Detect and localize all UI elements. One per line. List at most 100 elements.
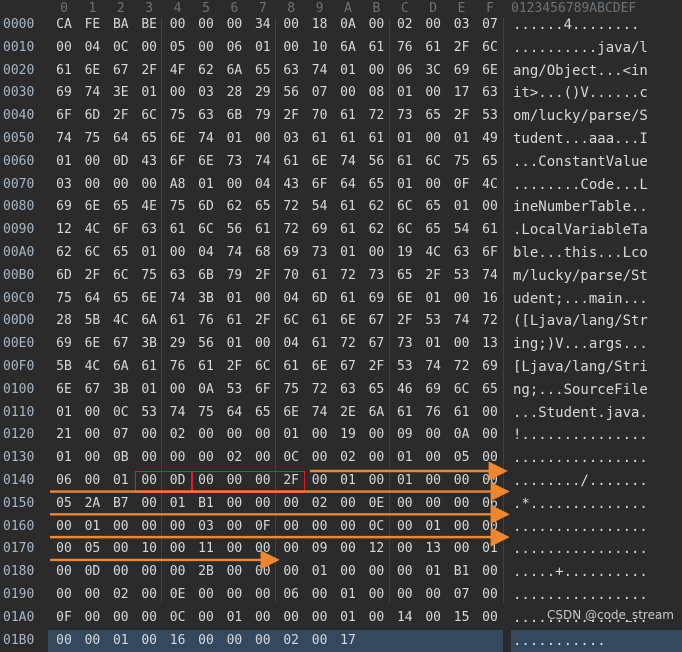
hex-byte[interactable]: 69: [309, 219, 331, 242]
hex-byte[interactable]: 01: [53, 151, 75, 174]
hex-byte[interactable]: 63: [167, 265, 189, 288]
hex-byte[interactable]: 00: [451, 288, 473, 311]
hex-byte[interactable]: 63: [195, 105, 217, 128]
hex-byte[interactable]: 00: [309, 470, 331, 493]
hex-byte[interactable]: 0F: [53, 607, 75, 630]
hex-byte[interactable]: 00: [53, 561, 75, 584]
hex-byte[interactable]: 00: [479, 447, 501, 470]
hex-byte[interactable]: 61: [252, 219, 274, 242]
hex-byte[interactable]: 69: [479, 356, 501, 379]
hex-byte[interactable]: 5B: [53, 356, 75, 379]
hex-byte[interactable]: BA: [110, 14, 132, 37]
hex-byte[interactable]: 61: [280, 151, 302, 174]
hex-byte[interactable]: 00: [337, 561, 359, 584]
hex-byte[interactable]: 2F: [252, 310, 274, 333]
hex-byte[interactable]: 74: [422, 356, 444, 379]
hex-byte[interactable]: 01: [167, 493, 189, 516]
hex-byte[interactable]: 67: [110, 60, 132, 83]
hex-byte[interactable]: 0B: [110, 447, 132, 470]
hex-byte[interactable]: 00: [422, 607, 444, 630]
hex-byte[interactable]: 01: [138, 379, 160, 402]
hex-byte[interactable]: 6C: [451, 379, 473, 402]
hex-byte[interactable]: 00: [422, 447, 444, 470]
hex-byte[interactable]: 0C: [280, 447, 302, 470]
hex-byte[interactable]: 00: [280, 14, 302, 37]
hex-byte[interactable]: 74: [252, 151, 274, 174]
hex-byte[interactable]: 00: [195, 607, 217, 630]
ascii-text[interactable]: ......../.......: [513, 470, 648, 493]
hex-byte[interactable]: 00: [451, 538, 473, 561]
hex-byte[interactable]: 16: [167, 630, 189, 652]
hex-byte[interactable]: 01: [479, 538, 501, 561]
hex-byte[interactable]: 67: [365, 310, 387, 333]
hex-byte[interactable]: 00: [223, 493, 245, 516]
hex-byte[interactable]: 65: [422, 105, 444, 128]
hex-byte[interactable]: 67: [110, 333, 132, 356]
ascii-text[interactable]: .LocalVariableTa: [513, 219, 648, 242]
hex-byte[interactable]: 6E: [81, 333, 103, 356]
hex-byte[interactable]: 01: [422, 561, 444, 584]
hex-byte[interactable]: 00: [479, 196, 501, 219]
hex-byte[interactable]: 18: [309, 14, 331, 37]
hex-byte[interactable]: 03: [195, 82, 217, 105]
hex-byte[interactable]: 61: [337, 288, 359, 311]
hex-byte[interactable]: 01: [394, 82, 416, 105]
hex-byte[interactable]: 00: [167, 379, 189, 402]
hex-byte[interactable]: 00: [422, 470, 444, 493]
hex-byte[interactable]: 74: [167, 288, 189, 311]
hex-row[interactable]: 01B0 00 00 01 00 16 00 00 00 02 00 17...........: [0, 629, 682, 652]
hex-byte[interactable]: 74: [479, 265, 501, 288]
hex-byte[interactable]: 79: [252, 105, 274, 128]
hex-byte[interactable]: 2B: [195, 561, 217, 584]
hex-row[interactable]: 00A0 62 6C 65 01 00 04 74 68 69 73 01 00 19 4C 63 6F ble.…: [0, 242, 682, 265]
hex-byte[interactable]: 6C: [110, 265, 132, 288]
hex-byte[interactable]: 61: [309, 265, 331, 288]
hex-byte[interactable]: 65: [138, 128, 160, 151]
hex-byte[interactable]: 2F: [422, 265, 444, 288]
hex-byte[interactable]: 65: [110, 196, 132, 219]
hex-byte[interactable]: 04: [280, 333, 302, 356]
hex-byte[interactable]: 00: [167, 82, 189, 105]
hex-byte[interactable]: 00: [365, 424, 387, 447]
hex-byte[interactable]: 12: [365, 538, 387, 561]
hex-byte[interactable]: 00: [365, 470, 387, 493]
hex-byte[interactable]: B1: [195, 493, 217, 516]
hex-byte[interactable]: 6F: [479, 242, 501, 265]
hex-byte[interactable]: 00: [81, 607, 103, 630]
hex-byte[interactable]: 00: [138, 607, 160, 630]
hex-byte[interactable]: 62: [223, 196, 245, 219]
hex-byte[interactable]: 6D: [309, 288, 331, 311]
hex-byte[interactable]: 00: [337, 516, 359, 539]
hex-byte[interactable]: 64: [110, 128, 132, 151]
hex-byte[interactable]: 2E: [337, 402, 359, 425]
hex-row[interactable]: 0170 00 05 00 10 00 11 00 00 00 09 00 12 00 13 00 01....…: [0, 538, 682, 561]
hex-byte[interactable]: 00: [252, 333, 274, 356]
hex-byte[interactable]: 75: [280, 379, 302, 402]
hex-byte[interactable]: 65: [110, 242, 132, 265]
hex-row[interactable]: 0000 CA FE BA BE 00 00 00 34 00 18 0A 00 02 00 03 07....…: [0, 14, 682, 37]
hex-byte[interactable]: 00: [252, 424, 274, 447]
hex-byte[interactable]: 73: [223, 151, 245, 174]
hex-byte[interactable]: 00: [365, 447, 387, 470]
hex-row[interactable]: 0050 74 75 64 65 6E 74 01 00 03 61 61 61 01 00 01 49 tude…: [0, 128, 682, 151]
hex-byte[interactable]: 05: [451, 447, 473, 470]
hex-byte[interactable]: 6C: [280, 310, 302, 333]
hex-byte[interactable]: 0E: [167, 584, 189, 607]
hex-byte[interactable]: 00: [252, 584, 274, 607]
ascii-text[interactable]: .....+..........: [513, 561, 648, 584]
hex-byte[interactable]: 74: [223, 242, 245, 265]
hex-byte[interactable]: 0D: [110, 151, 132, 174]
hex-byte[interactable]: 01: [53, 447, 75, 470]
hex-byte[interactable]: 02: [394, 14, 416, 37]
ascii-text[interactable]: om/lucky/parse/S: [513, 105, 648, 128]
hex-byte[interactable]: 6C: [195, 219, 217, 242]
hex-byte[interactable]: 6E: [53, 379, 75, 402]
hex-byte[interactable]: 69: [451, 60, 473, 83]
hex-byte[interactable]: B1: [451, 561, 473, 584]
hex-byte[interactable]: 00: [479, 561, 501, 584]
hex-byte[interactable]: 00: [479, 584, 501, 607]
ascii-text[interactable]: it>...()V......c: [513, 82, 648, 105]
hex-byte[interactable]: 69: [53, 196, 75, 219]
hex-byte[interactable]: 09: [309, 538, 331, 561]
hex-byte[interactable]: 00: [223, 538, 245, 561]
